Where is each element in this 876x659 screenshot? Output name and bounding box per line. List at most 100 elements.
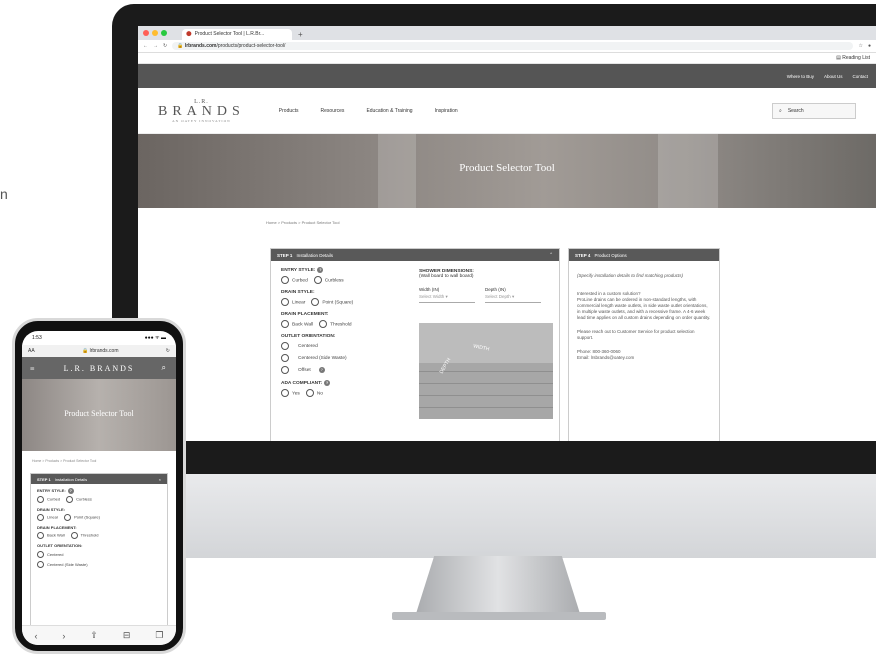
utility-bar: Where to Buy About Us Contact (138, 64, 876, 88)
reading-list-button[interactable]: Reading List (842, 55, 870, 61)
phone-frame: 1:53 ●●● ᯤ ▬ AA 🔒 lrbrands.com ↻ ≡ L.R. … (12, 318, 186, 654)
radio-curbed[interactable]: Curbed (37, 496, 60, 503)
step4-card: STEP 4 Product Options (Specify installat… (568, 248, 720, 441)
browser-tabstrip: ⬤ Product Selector Tool | L.R.Br... + (138, 26, 876, 40)
share-icon[interactable]: ⇪ (90, 630, 98, 641)
reload-icon[interactable]: ↻ (166, 348, 170, 354)
help-icon[interactable]: ? (324, 380, 331, 386)
zoom-window-icon[interactable] (161, 30, 167, 36)
window-controls[interactable] (143, 30, 167, 36)
dimension-labels: Width (IN) Depth (IN) (419, 287, 506, 292)
device-mockup: n ⬤ Product Selector Tool | L.R.Br... + ←… (0, 0, 876, 659)
where-to-buy-link[interactable]: Where to Buy (787, 74, 814, 79)
radio-curbed[interactable]: Curbed (281, 276, 308, 284)
phone-logo[interactable]: L.R. BRANDS (64, 364, 135, 373)
signal-icon: ●●● ᯤ ▬ (144, 335, 166, 341)
radio-linear[interactable]: Linear (37, 514, 58, 521)
hero-banner: Product Selector Tool (138, 134, 876, 208)
step1-header[interactable]: STEP 1 Installation Details ⌃ (271, 249, 559, 261)
reload-icon[interactable]: ↻ (163, 43, 167, 49)
email-contact[interactable]: Email: lrsbrands@oatey.com (569, 355, 719, 361)
search-input[interactable]: ⌕ Search (772, 102, 856, 119)
step4-header: STEP 4 Product Options (569, 249, 719, 261)
nav-resources[interactable]: Resources (321, 108, 345, 114)
hero-title: Product Selector Tool (459, 162, 555, 174)
radio-threshold[interactable]: Threshold (70, 532, 98, 539)
help-icon[interactable]: ? (67, 488, 74, 494)
search-icon: ⌕ (779, 107, 782, 114)
imac-stand (414, 556, 582, 620)
imac-chin (112, 474, 876, 558)
radio-curbless[interactable]: Curbless (66, 496, 92, 503)
shower-dimensions: SHOWER DIMENSIONS: (Wall board to wall b… (419, 269, 541, 303)
imac-screen: ⬤ Product Selector Tool | L.R.Br... + ← →… (138, 26, 876, 441)
chevron-up-icon[interactable]: ⌃ (549, 252, 553, 258)
url-field[interactable]: 🔒 lrbrands.com/products/product-selector… (172, 42, 854, 50)
about-link[interactable]: About Us (824, 74, 843, 79)
phone-url-bar[interactable]: AA 🔒 lrbrands.com ↻ (22, 345, 176, 357)
forward-icon[interactable]: › (62, 631, 65, 641)
browser-tab[interactable]: ⬤ Product Selector Tool | L.R.Br... (182, 29, 292, 40)
tabs-icon[interactable]: ❐ (155, 630, 163, 641)
edge-text: n (0, 186, 8, 202)
menu-icon[interactable]: ≡ (30, 364, 37, 373)
radio-point[interactable]: Point (Square) (311, 298, 353, 306)
phone-status-bar: 1:53 ●●● ᯤ ▬ (32, 335, 166, 341)
phone-nav: ≡ L.R. BRANDS ⌕ (22, 357, 176, 379)
selector-cards: STEP 1 Installation Details ⌃ ENTRY STYLE:… (270, 248, 720, 441)
phone-breadcrumb: Home > Products > Product Selector Tool (32, 459, 97, 463)
radio-no[interactable]: No (305, 389, 323, 397)
radio-point[interactable]: Point (Square) (64, 514, 100, 521)
forward-icon[interactable]: → (153, 43, 158, 49)
dimension-selects: Select Width ▾ Select Depth ▾ (419, 294, 541, 303)
close-window-icon[interactable] (143, 30, 149, 36)
phone-hero: Product Selector Tool (22, 379, 176, 451)
search-icon[interactable]: ⌕ (162, 363, 168, 373)
reach-out-text: Please reach out to Customer Service for… (577, 329, 695, 340)
step1-card: STEP 1 Installation Details ⌃ ENTRY STYLE:… (270, 248, 560, 441)
phone-hero-title: Product Selector Tool (64, 409, 134, 418)
address-bar: ← → ↻ 🔒 lrbrands.com/products/product-se… (138, 40, 876, 53)
radio-centered[interactable]: Centered (37, 550, 167, 560)
radio-back-wall[interactable]: Back Wall (37, 532, 65, 539)
contact-link[interactable]: Contact (852, 74, 868, 79)
nav-inspiration[interactable]: Inspiration (435, 108, 458, 114)
phone-screen: 1:53 ●●● ᯤ ▬ AA 🔒 lrbrands.com ↻ ≡ L.R. … (22, 331, 176, 645)
back-icon[interactable]: ‹ (34, 631, 37, 641)
radio-back-wall[interactable]: Back Wall (281, 320, 313, 328)
site-logo[interactable]: L.R. BRANDS AN OATEY INNOVATION (158, 99, 245, 123)
help-icon[interactable]: ? (318, 367, 325, 373)
minimize-window-icon[interactable] (152, 30, 158, 36)
width-select[interactable]: Select Width ▾ (419, 294, 475, 303)
custom-body: ProLine drains can be ordered in non-sta… (577, 297, 711, 320)
depth-select[interactable]: Select Depth ▾ (485, 294, 541, 303)
options-hint: (Specify installation details to find ma… (577, 273, 684, 278)
bookmarks-icon[interactable]: ⊟ (123, 630, 131, 641)
main-nav: L.R. BRANDS AN OATEY INNOVATION Products… (138, 88, 876, 134)
help-icon[interactable]: ? (317, 267, 324, 273)
profile-icon[interactable]: ● (868, 43, 871, 49)
radio-threshold[interactable]: Threshold (319, 320, 352, 328)
phone-url: 🔒 lrbrands.com (81, 348, 119, 354)
close-icon[interactable]: × (159, 477, 161, 482)
bookmarks-bar: ▤ Reading List (138, 53, 876, 64)
nav-links: Products Resources Education & Training … (279, 108, 772, 114)
radio-linear[interactable]: Linear (281, 298, 305, 306)
drain-placement-label: DRAIN PLACEMENT: (281, 312, 329, 317)
phone-step1-card: STEP 1 Installation Details × ENTRY STYLE:… (30, 473, 168, 645)
new-tab-button[interactable]: + (298, 29, 303, 40)
imac-stand-base (392, 612, 606, 620)
breadcrumb: Home > Products > Product Selector Tool (266, 220, 340, 225)
nav-products[interactable]: Products (279, 108, 299, 114)
favicon-icon: ⬤ (186, 31, 192, 37)
star-icon[interactable]: ☆ (858, 43, 862, 49)
radio-centered-side[interactable]: Centered (Side Waste) (37, 560, 167, 570)
nav-education[interactable]: Education & Training (366, 108, 412, 114)
phone-step1-header[interactable]: STEP 1 Installation Details × (31, 474, 167, 484)
safari-toolbar: ‹ › ⇪ ⊟ ❐ (22, 625, 176, 645)
back-icon[interactable]: ← (143, 43, 148, 49)
shower-diagram-image: WIDTH DEPTH (419, 323, 553, 419)
radio-yes[interactable]: Yes (281, 389, 300, 397)
tab-title: Product Selector Tool | L.R.Br... (194, 31, 265, 37)
radio-curbless[interactable]: Curbless (313, 276, 344, 284)
